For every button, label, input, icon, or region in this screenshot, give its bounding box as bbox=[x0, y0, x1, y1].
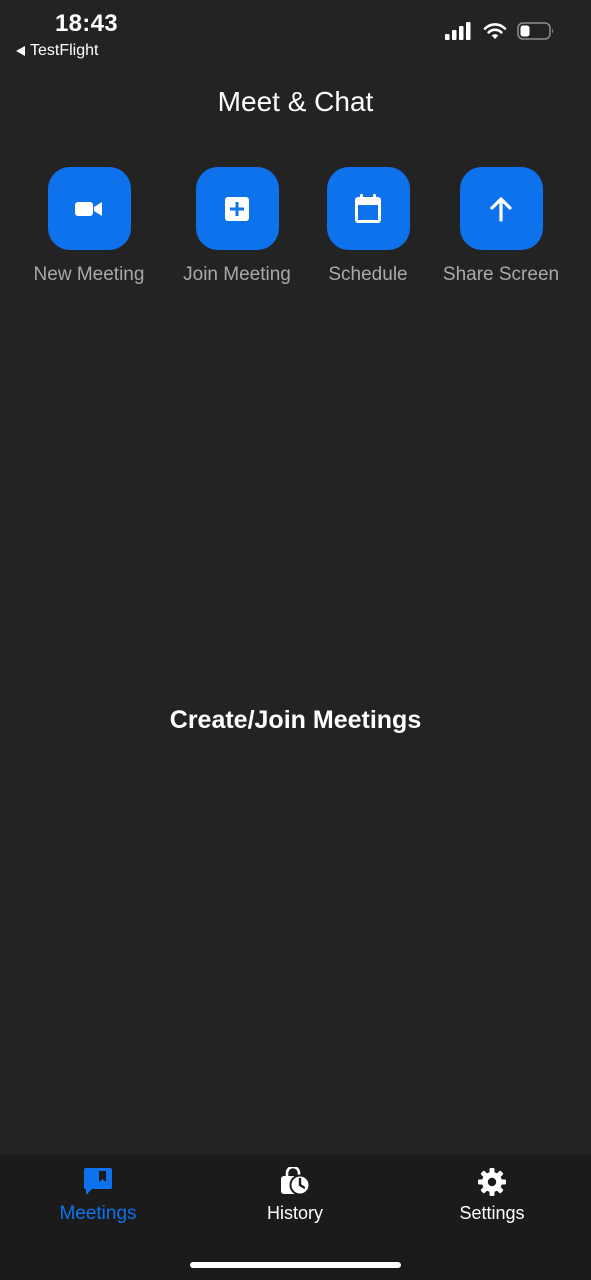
wifi-icon bbox=[483, 23, 507, 39]
gear-icon bbox=[478, 1168, 506, 1196]
status-icons bbox=[445, 22, 555, 40]
schedule-label: Schedule bbox=[328, 264, 408, 285]
back-arrow-icon bbox=[16, 46, 25, 56]
status-time: 18:43 bbox=[55, 10, 118, 37]
status-bar: 18:43 TestFlight bbox=[0, 0, 591, 70]
plus-square-icon bbox=[225, 196, 249, 221]
home-indicator bbox=[190, 1262, 401, 1268]
schedule-action[interactable]: Schedule bbox=[298, 167, 438, 286]
new-meeting-label: New Meeting bbox=[33, 264, 145, 285]
cellular-signal-icon bbox=[445, 22, 471, 40]
new-meeting-button[interactable] bbox=[47, 167, 131, 250]
video-camera-icon bbox=[75, 201, 102, 216]
join-meeting-button[interactable] bbox=[195, 167, 279, 250]
new-meeting-action[interactable]: New Meeting bbox=[19, 167, 159, 286]
share-screen-action[interactable]: Share Screen bbox=[431, 167, 571, 286]
back-app-label: TestFlight bbox=[30, 42, 99, 59]
tab-history-label: History bbox=[266, 1203, 323, 1223]
meetings-icon bbox=[84, 1168, 112, 1195]
tab-history[interactable]: History bbox=[215, 1167, 375, 1224]
calendar-icon bbox=[355, 193, 381, 223]
join-meeting-action[interactable]: Join Meeting bbox=[167, 167, 307, 286]
empty-state-message: Create/Join Meetings bbox=[169, 706, 422, 734]
history-icon bbox=[281, 1167, 311, 1196]
arrow-up-icon bbox=[490, 196, 512, 222]
join-meeting-label: Join Meeting bbox=[183, 264, 291, 285]
schedule-button[interactable] bbox=[326, 167, 410, 250]
quick-actions: New Meeting Join Meeting Schedule Share … bbox=[0, 167, 591, 297]
tab-settings[interactable]: Settings bbox=[412, 1167, 572, 1224]
share-screen-button[interactable] bbox=[459, 167, 543, 250]
tab-settings-label: Settings bbox=[459, 1203, 525, 1223]
share-screen-label: Share Screen bbox=[442, 264, 560, 285]
back-to-app-link[interactable]: TestFlight bbox=[16, 42, 98, 60]
tab-meetings-label: Meetings bbox=[59, 1203, 137, 1224]
tab-meetings[interactable]: Meetings bbox=[18, 1167, 178, 1225]
battery-icon bbox=[517, 22, 553, 40]
page-title: Meet & Chat bbox=[217, 86, 374, 117]
